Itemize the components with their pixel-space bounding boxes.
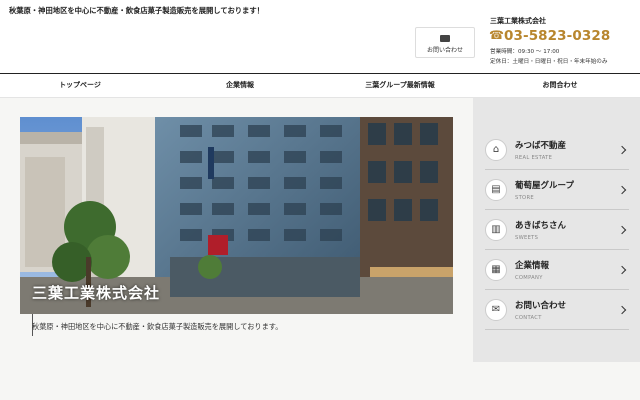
company-name: 三葉工業株式会社 — [490, 17, 546, 25]
side-item-label: 企業情報 — [515, 260, 550, 271]
header-tagline: 秋葉原・神田地区を中心に不動産・飲食店菓子製造販売を展開しております！ — [9, 6, 264, 15]
side-item-sub: COMPANY — [515, 274, 543, 281]
side-item-sub: SWEETS — [515, 234, 539, 241]
nav-item-company[interactable]: 企業情報 — [160, 74, 320, 97]
sweets-icon: ▥ — [485, 218, 507, 241]
chevron-right-icon — [617, 305, 627, 314]
hero-image: 三葉工業株式会社 — [20, 117, 453, 314]
business-hours: 営業時間：09:30 〜 17:00 — [490, 49, 560, 55]
nav-item-contact[interactable]: お問合わせ — [480, 74, 640, 97]
side-item-sub: CONTACT — [515, 314, 542, 321]
phone-row[interactable]: 03-5823-0328 — [489, 28, 640, 45]
side-item-label: あきばちさん — [515, 220, 567, 231]
side-item-store[interactable]: ▤ 葡萄屋グループ STORE — [485, 170, 629, 210]
hero-title: 三葉工業株式会社 — [32, 284, 161, 302]
house-icon: ⌂ — [485, 138, 507, 161]
contact-button-label: お問い合わせ — [426, 47, 463, 54]
phone-number[interactable]: 03-5823-0328 — [504, 28, 610, 44]
side-item-sub: STORE — [515, 194, 534, 201]
chevron-right-icon — [617, 265, 627, 274]
company-info: 三葉工業株式会社 03-5823-0328 営業時間：09:30 〜 17:00… — [489, 16, 640, 65]
chevron-right-icon — [617, 185, 627, 194]
header-contact-button[interactable]: お問い合わせ — [415, 27, 475, 58]
mail-icon: ✉ — [485, 298, 507, 321]
company-icon: ▦ — [485, 258, 507, 281]
side-item-label: お問い合わせ — [515, 300, 567, 311]
mail-icon — [440, 35, 450, 42]
global-nav: トップページ 企業情報 三葉グループ最新情報 お問合わせ — [0, 73, 640, 98]
nav-item-top[interactable]: トップページ — [0, 74, 160, 97]
side-item-sub: REAL ESTATE — [515, 154, 553, 161]
hero-caption: 秋葉原・神田地区を中心に不動産・飲食店菓子製造販売を展開しております。 — [32, 322, 283, 331]
side-item-label: 葡萄屋グループ — [515, 180, 574, 191]
side-item-sweets[interactable]: ▥ あきばちさん SWEETS — [485, 210, 629, 250]
side-item-contact[interactable]: ✉ お問い合わせ CONTACT — [485, 290, 629, 330]
chevron-right-icon — [617, 145, 627, 154]
phone-icon — [489, 28, 504, 43]
nav-item-news[interactable]: 三葉グループ最新情報 — [320, 74, 480, 97]
side-item-real-estate[interactable]: ⌂ みつば不動産 REAL ESTATE — [485, 130, 629, 170]
side-item-company[interactable]: ▦ 企業情報 COMPANY — [485, 250, 629, 290]
store-icon: ▤ — [485, 178, 507, 201]
side-item-label: みつば不動産 — [515, 140, 567, 151]
chevron-right-icon — [617, 225, 627, 234]
side-menu: ⌂ みつば不動産 REAL ESTATE ▤ 葡萄屋グループ STORE ▥ あ… — [473, 98, 640, 362]
holidays: 定休日：土曜日・日曜日・祝日・年末年始のみ — [490, 59, 608, 65]
